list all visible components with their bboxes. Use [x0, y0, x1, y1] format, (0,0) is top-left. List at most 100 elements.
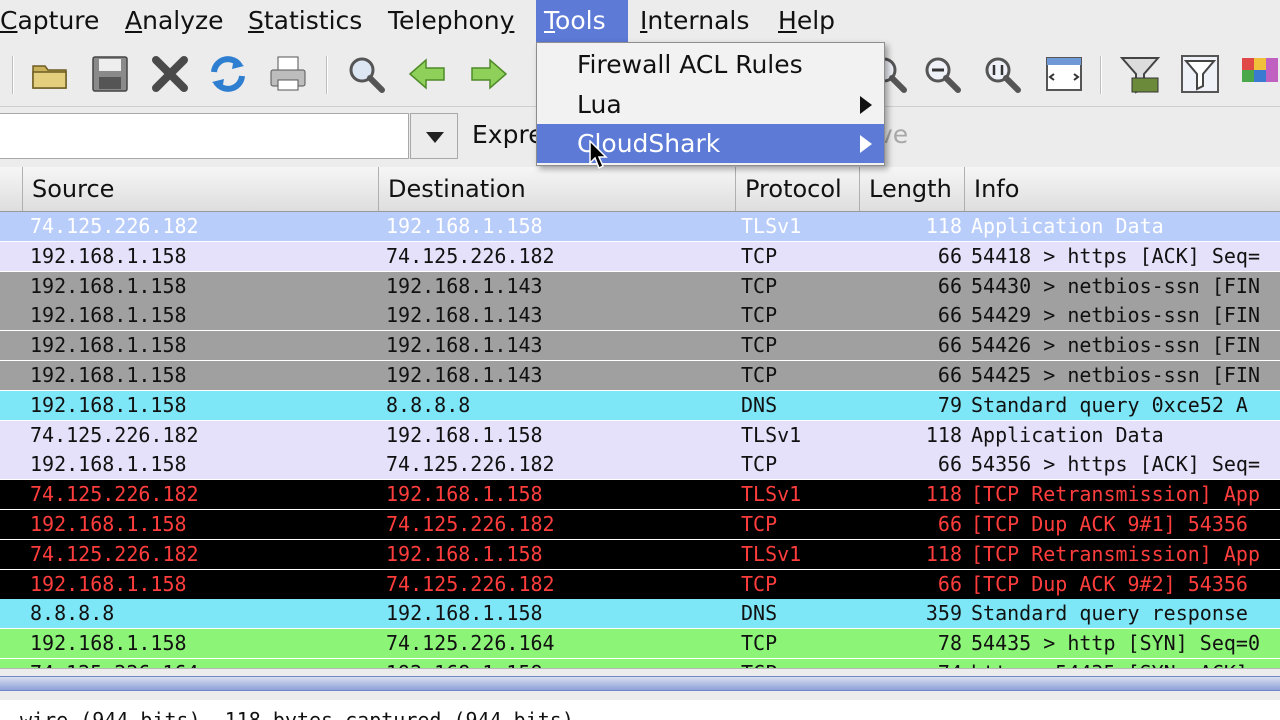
column-header-protocol[interactable]: Protocol	[736, 167, 860, 211]
packet-info: [TCP Dup ACK 9#1] 54356	[971, 512, 1248, 536]
close-icon[interactable]	[148, 52, 192, 96]
packet-destination: 192.168.1.143	[386, 333, 543, 357]
print-icon[interactable]	[266, 52, 310, 96]
packet-row[interactable]: 192.168.1.158 192.168.1.143 TCP 66 54430 > n…	[0, 272, 1280, 301]
packet-length: 118	[925, 214, 962, 238]
packet-source: 192.168.1.158	[30, 303, 187, 327]
reload-icon[interactable]	[206, 52, 250, 96]
packet-destination: 192.168.1.158	[386, 542, 543, 566]
menu-internals[interactable]: Internals	[632, 0, 757, 42]
forward-arrow-icon[interactable]	[466, 52, 510, 96]
packet-protocol: DNS	[741, 393, 778, 417]
packet-protocol: TCP	[741, 244, 778, 268]
packet-length: 74	[862, 659, 962, 668]
display-filter-icon[interactable]	[1178, 52, 1222, 96]
save-icon[interactable]	[88, 52, 132, 96]
find-icon[interactable]	[344, 52, 388, 96]
packet-destination: 8.8.8.8	[386, 393, 471, 417]
packet-protocol: TCP	[741, 333, 778, 357]
packet-row[interactable]: 192.168.1.158 74.125.226.182 TCP 66 54356 > …	[0, 450, 1280, 479]
menu-item-firewall-acl-rules[interactable]: Firewall ACL Rules	[537, 45, 884, 84]
packet-source: 74.125.226.164	[30, 659, 199, 668]
packet-row[interactable]: 74.125.226.182 192.168.1.158 TLSv1 118 [TCP …	[0, 540, 1280, 569]
packet-info: Application Data	[971, 214, 1164, 238]
horizontal-scrollbar[interactable]	[0, 676, 1280, 691]
packet-info: 54426 > netbios-ssn [FIN	[971, 333, 1260, 357]
open-icon[interactable]	[28, 52, 72, 96]
packet-row[interactable]: 74.125.226.182 192.168.1.158 TLSv1 118 Appli…	[0, 212, 1280, 241]
menu-statistics[interactable]: Statistics	[240, 0, 370, 42]
submenu-arrow-icon	[860, 96, 872, 114]
column-header-source[interactable]: Source	[23, 167, 379, 211]
menu-help[interactable]: Help	[770, 0, 843, 42]
packet-source: 192.168.1.158	[30, 572, 187, 596]
packet-length: 66	[937, 363, 962, 387]
menu-item-lua[interactable]: Lua	[537, 85, 884, 124]
column-header-info[interactable]: Info	[965, 167, 1280, 211]
packet-destination: 192.168.1.158	[386, 482, 543, 506]
packet-length: 66	[937, 512, 962, 536]
filter-history-dropdown[interactable]	[410, 113, 458, 159]
packet-protocol: TCP	[741, 512, 778, 536]
packet-info: 54430 > netbios-ssn [FIN	[971, 274, 1260, 298]
toolbar-separator	[12, 56, 14, 94]
packet-source: 74.125.226.182	[30, 423, 199, 447]
toolbar-separator	[1100, 56, 1102, 94]
column-header-length[interactable]: Length	[860, 167, 965, 211]
menu-tools[interactable]: Tools	[536, 0, 628, 42]
packet-info: Application Data	[971, 423, 1164, 447]
menu-telephony[interactable]: Telephony	[380, 0, 522, 42]
packet-info: http > 54435 [SYN, ACK]	[971, 659, 1248, 668]
packet-length: 78	[937, 631, 962, 655]
menu-bar: Capture Analyze Statistics Telephony Too…	[0, 0, 1280, 42]
zoom-out-icon[interactable]	[920, 52, 964, 96]
packet-protocol: TLSv1	[741, 542, 802, 566]
packet-row[interactable]: 192.168.1.158 192.168.1.143 TCP 66 54425 > n…	[0, 361, 1280, 390]
packet-source: 8.8.8.8	[30, 601, 115, 625]
toolbar-separator	[326, 56, 328, 94]
packet-length: 66	[937, 244, 962, 268]
resize-columns-icon[interactable]	[1042, 52, 1086, 96]
menu-analyze[interactable]: Analyze	[117, 0, 232, 42]
packet-list[interactable]: 74.125.226.182 192.168.1.158 TLSv1 118 Appli…	[0, 212, 1280, 668]
packet-destination: 74.125.226.182	[386, 572, 555, 596]
menu-capture[interactable]: Capture	[0, 0, 107, 42]
expression-button[interactable]: Expre	[472, 113, 544, 157]
packet-protocol: TLSv1	[741, 423, 802, 447]
packet-row[interactable]: 192.168.1.158 74.125.226.182 TCP 66 [TCP Dup…	[0, 510, 1280, 539]
capture-filter-icon[interactable]	[1118, 52, 1162, 96]
back-arrow-icon[interactable]	[406, 52, 450, 96]
packet-info: Standard query 0xce52 A	[971, 393, 1248, 417]
packet-protocol: TCP	[741, 452, 778, 476]
packet-protocol: TCP	[741, 274, 778, 298]
packet-info: 54425 > netbios-ssn [FIN	[971, 363, 1260, 387]
packet-row[interactable]: 192.168.1.158 192.168.1.143 TCP 66 54426 > n…	[0, 331, 1280, 360]
packet-row[interactable]: 74.125.226.182 192.168.1.158 TLSv1 118 [TCP …	[0, 480, 1280, 509]
packet-row[interactable]: 74.125.226.164 192.168.1.158 TCP 74 http > 5…	[0, 659, 1280, 668]
packet-length: 359	[925, 601, 962, 625]
coloring-rules-icon[interactable]	[1238, 52, 1280, 96]
packet-protocol: TLSv1	[741, 214, 802, 238]
packet-row[interactable]: 192.168.1.158 74.125.226.182 TCP 66 54418 > …	[0, 242, 1280, 271]
packet-info: [TCP Dup ACK 9#2] 54356	[971, 572, 1248, 596]
packet-length: 118	[925, 482, 962, 506]
mouse-pointer-icon	[589, 139, 609, 174]
packet-row[interactable]: 192.168.1.158 8.8.8.8 DNS 79 Standard query …	[0, 391, 1280, 420]
display-filter-input[interactable]	[0, 113, 409, 159]
packet-destination: 74.125.226.182	[386, 244, 555, 268]
column-header-no[interactable]	[0, 167, 23, 211]
menu-item-label: Firewall ACL Rules	[577, 50, 803, 79]
packet-source: 192.168.1.158	[30, 512, 187, 536]
packet-destination: 74.125.226.164	[386, 631, 555, 655]
packet-row[interactable]: 192.168.1.158 74.125.226.182 TCP 66 [TCP Dup…	[0, 570, 1280, 599]
submenu-arrow-icon	[860, 135, 872, 153]
zoom-normal-icon[interactable]	[980, 52, 1024, 96]
packet-row[interactable]: 74.125.226.182 192.168.1.158 TLSv1 118 Appli…	[0, 421, 1280, 450]
packet-row[interactable]: 192.168.1.158 192.168.1.143 TCP 66 54429 > n…	[0, 301, 1280, 330]
packet-destination: 74.125.226.182	[386, 452, 555, 476]
column-header-destination[interactable]: Destination	[379, 167, 736, 211]
packet-length: 118	[925, 423, 962, 447]
packet-row[interactable]: 8.8.8.8 192.168.1.158 DNS 359 Standard query…	[0, 599, 1280, 628]
packet-row[interactable]: 192.168.1.158 74.125.226.164 TCP 78 54435 > …	[0, 629, 1280, 658]
packet-protocol: TCP	[741, 659, 777, 668]
